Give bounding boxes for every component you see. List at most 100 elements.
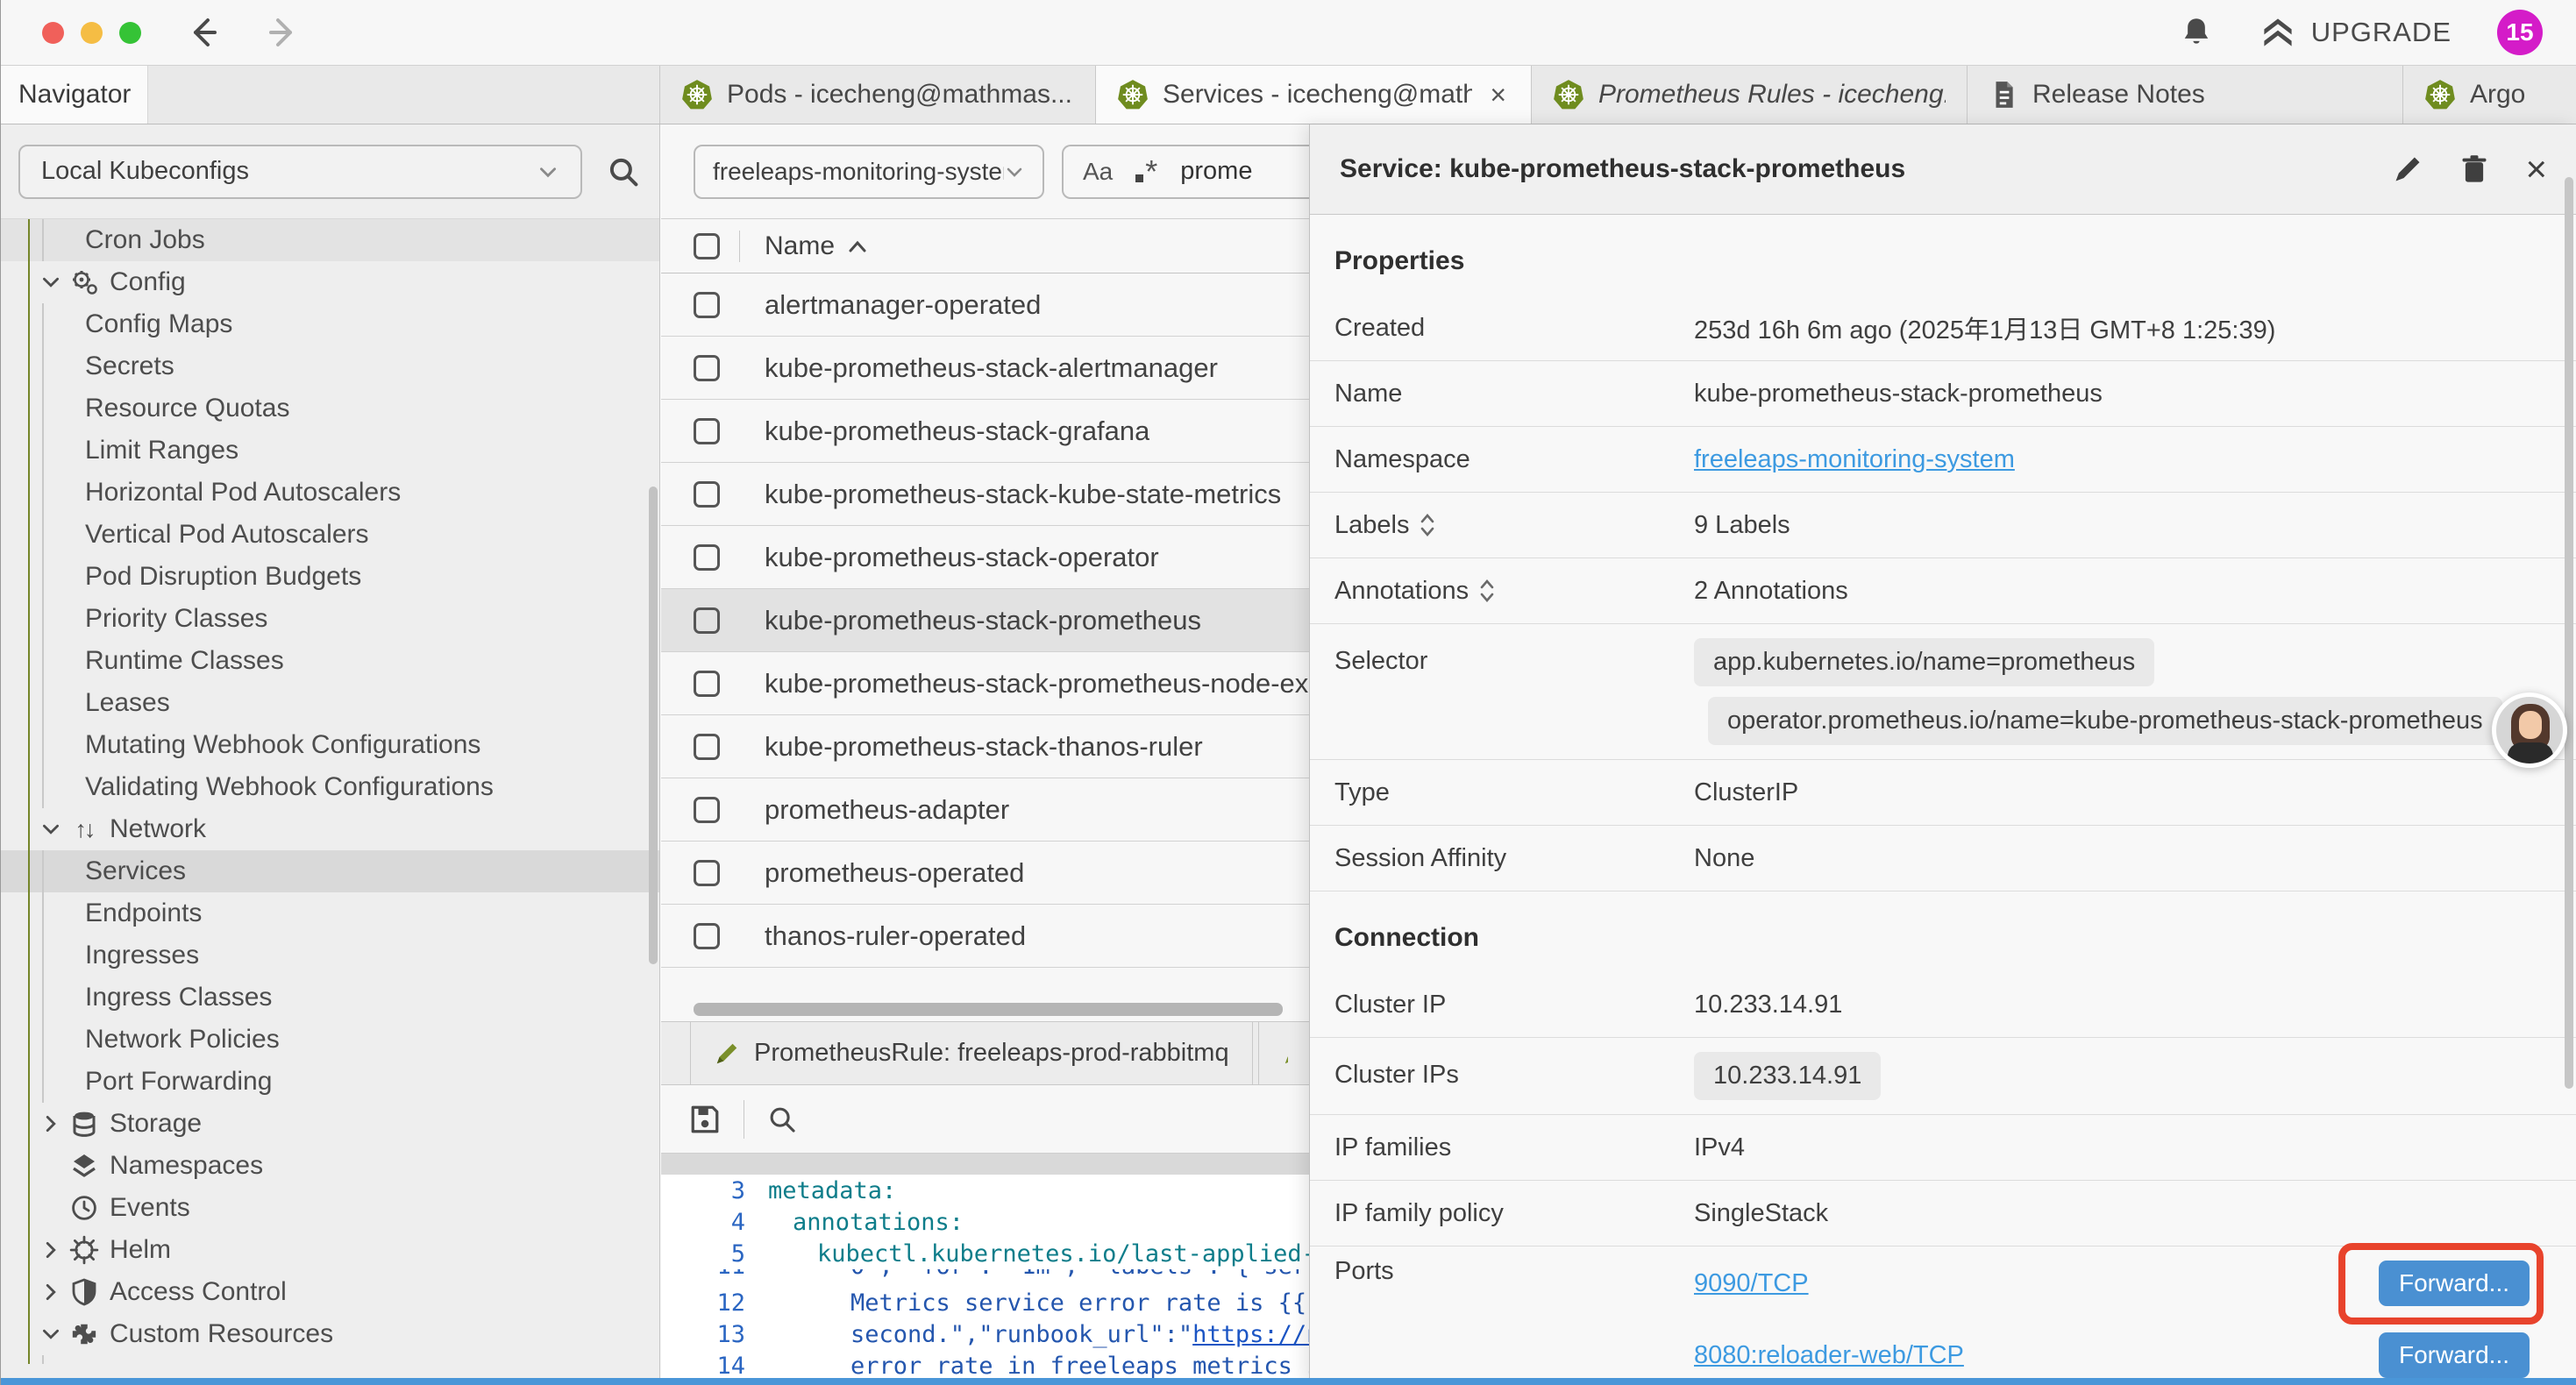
port-link[interactable]: 8080:reloader-web/TCP	[1694, 1341, 1964, 1370]
assistant-avatar[interactable]	[2492, 692, 2567, 768]
code-link[interactable]: https://net	[1192, 1321, 1310, 1348]
editor-search-icon[interactable]	[765, 1103, 799, 1136]
close-tab-icon[interactable]: ×	[1486, 79, 1510, 111]
sidebar-item-runtime-classes[interactable]: Runtime Classes	[1, 640, 659, 682]
tab-release-notes[interactable]: Release Notes	[1968, 66, 2403, 124]
sidebar-item-events[interactable]: Events	[1, 1187, 659, 1229]
sidebar-search-icon[interactable]	[605, 153, 642, 190]
table-row[interactable]: alertmanager-operated	[661, 273, 1310, 337]
save-icon[interactable]	[687, 1102, 722, 1137]
sidebar-item-resource-quotas[interactable]: Resource Quotas	[1, 387, 659, 430]
chevron-down-icon[interactable]	[39, 271, 68, 294]
table-row[interactable]: thanos-ruler-operated	[661, 905, 1310, 968]
chevron-down-icon[interactable]	[39, 818, 68, 841]
sidebar-item-pod-disruption-budgets[interactable]: Pod Disruption Budgets	[1, 556, 659, 598]
sidebar-item-definitions[interactable]: Definitions	[1, 1355, 659, 1364]
sidebar-item-ingress-classes[interactable]: Ingress Classes	[1, 977, 659, 1019]
sidebar-item-validating-webhook-configurations[interactable]: Validating Webhook Configurations	[1, 766, 659, 808]
sort-updown-icon[interactable]	[1479, 579, 1495, 603]
sidebar-item-vertical-pod-autoscalers[interactable]: Vertical Pod Autoscalers	[1, 514, 659, 556]
sidebar-item-namespaces[interactable]: Namespaces	[1, 1145, 659, 1187]
yaml-editor[interactable]: 3metadata:4annotations:5kubectl.kubernet…	[661, 1175, 1310, 1383]
row-checkbox[interactable]	[694, 860, 720, 886]
port-link[interactable]: 9090/TCP	[1694, 1269, 1809, 1298]
table-row[interactable]: prometheus-adapter	[661, 778, 1310, 842]
sort-updown-icon[interactable]	[1420, 513, 1435, 537]
sidebar-item-cron-jobs[interactable]: Cron Jobs	[1, 219, 659, 261]
row-checkbox[interactable]	[694, 923, 720, 949]
select-all-checkbox[interactable]	[694, 233, 720, 259]
sidebar-item-ingresses[interactable]: Ingresses	[1, 934, 659, 977]
window-close-button[interactable]	[42, 22, 64, 44]
window-minimize-button[interactable]	[81, 22, 103, 44]
match-case-toggle[interactable]: Aa	[1083, 158, 1113, 186]
sidebar-item-port-forwarding[interactable]: Port Forwarding	[1, 1061, 659, 1103]
tab-navigator[interactable]: Navigator	[1, 66, 148, 124]
drawer-scrollbar[interactable]	[2565, 177, 2573, 1089]
chevron-right-icon[interactable]	[39, 1281, 68, 1303]
table-row[interactable]: kube-prometheus-stack-kube-state-metrics	[661, 463, 1310, 526]
delete-trash-icon[interactable]	[2459, 153, 2490, 185]
sort-asc-icon[interactable]	[847, 238, 868, 254]
sidebar-item-leases[interactable]: Leases	[1, 682, 659, 724]
edit-pencil-icon[interactable]	[2392, 153, 2423, 185]
sidebar-item-mutating-webhook-configurations[interactable]: Mutating Webhook Configurations	[1, 724, 659, 766]
close-icon[interactable]: ×	[2525, 151, 2547, 188]
row-checkbox[interactable]	[694, 607, 720, 634]
sidebar-item-limit-ranges[interactable]: Limit Ranges	[1, 430, 659, 472]
sidebar-item-network[interactable]: ↑↓Network	[1, 808, 659, 850]
sidebar-item-priority-classes[interactable]: Priority Classes	[1, 598, 659, 640]
sidebar-item-config[interactable]: Config	[1, 261, 659, 303]
editor-hscrollbar[interactable]	[661, 1154, 1310, 1175]
sidebar-item-endpoints[interactable]: Endpoints	[1, 892, 659, 934]
sidebar-item-helm[interactable]: Helm	[1, 1229, 659, 1271]
table-hscrollbar-thumb[interactable]	[694, 1003, 1283, 1016]
tab-services-icecheng-math[interactable]: Services - icecheng@math...×	[1096, 66, 1532, 124]
row-checkbox[interactable]	[694, 418, 720, 444]
sidebar-item-custom-resources[interactable]: Custom Resources	[1, 1313, 659, 1355]
chevron-down-icon[interactable]	[39, 1323, 68, 1346]
table-row[interactable]: kube-prometheus-stack-thanos-ruler	[661, 715, 1310, 778]
table-row[interactable]: kube-prometheus-stack-alertmanager	[661, 337, 1310, 400]
editor-tab-next-partial[interactable]	[1258, 1022, 1288, 1084]
upgrade-button[interactable]: UPGRADE	[2260, 17, 2451, 48]
sidebar-item-horizontal-pod-autoscalers[interactable]: Horizontal Pod Autoscalers	[1, 472, 659, 514]
table-row[interactable]: kube-prometheus-stack-grafana	[661, 400, 1310, 463]
table-row[interactable]: kube-prometheus-stack-operator	[661, 526, 1310, 589]
profile-badge[interactable]: 15	[2497, 10, 2543, 55]
forward-button[interactable]	[264, 13, 302, 52]
table-row[interactable]: prometheus-operated	[661, 842, 1310, 905]
row-checkbox[interactable]	[694, 671, 720, 697]
row-checkbox[interactable]	[694, 544, 720, 571]
editor-tab-prometheusrule[interactable]: PrometheusRule: freeleaps-prod-rabbitmq	[690, 1022, 1253, 1084]
sidebar-item-config-maps[interactable]: Config Maps	[1, 303, 659, 345]
chevron-right-icon[interactable]	[39, 1239, 68, 1261]
tab-pods-icecheng-mathmas[interactable]: Pods - icecheng@mathmas...	[660, 66, 1096, 124]
sidebar-item-network-policies[interactable]: Network Policies	[1, 1019, 659, 1061]
row-checkbox[interactable]	[694, 734, 720, 760]
regex-toggle[interactable]: *	[1135, 153, 1157, 190]
forward-button[interactable]: Forward...	[2379, 1261, 2530, 1306]
table-row[interactable]: kube-prometheus-stack-prometheus	[661, 589, 1310, 652]
forward-button[interactable]: Forward...	[2379, 1332, 2530, 1378]
table-row[interactable]: kube-prometheus-stack-prometheus-node-ex…	[661, 652, 1310, 715]
name-column-header[interactable]: Name	[765, 231, 835, 261]
sidebar-item-access-control[interactable]: Access Control	[1, 1271, 659, 1313]
row-checkbox[interactable]	[694, 797, 720, 823]
namespace-link[interactable]: freeleaps-monitoring-system	[1694, 445, 2015, 474]
namespace-selector[interactable]: freeleaps-monitoring-system	[694, 145, 1044, 199]
sidebar-scrollbar[interactable]	[649, 487, 658, 964]
tab-prometheus-rules-icecheng[interactable]: Prometheus Rules - icecheng...	[1532, 66, 1968, 124]
row-checkbox[interactable]	[694, 355, 720, 381]
row-checkbox[interactable]	[694, 292, 720, 318]
back-button[interactable]	[183, 13, 222, 52]
table-search-input[interactable]: Aa * prome	[1062, 145, 1310, 199]
chevron-right-icon[interactable]	[39, 1112, 68, 1135]
sidebar-item-secrets[interactable]: Secrets	[1, 345, 659, 387]
notifications-bell-icon[interactable]	[2178, 14, 2215, 51]
sidebar-item-storage[interactable]: Storage	[1, 1103, 659, 1145]
tab-argo-se[interactable]: Argo Se...	[2403, 66, 2551, 124]
window-zoom-button[interactable]	[119, 22, 141, 44]
sidebar-item-services[interactable]: Services	[1, 850, 659, 892]
kubeconfig-selector[interactable]: Local Kubeconfigs	[18, 145, 582, 199]
